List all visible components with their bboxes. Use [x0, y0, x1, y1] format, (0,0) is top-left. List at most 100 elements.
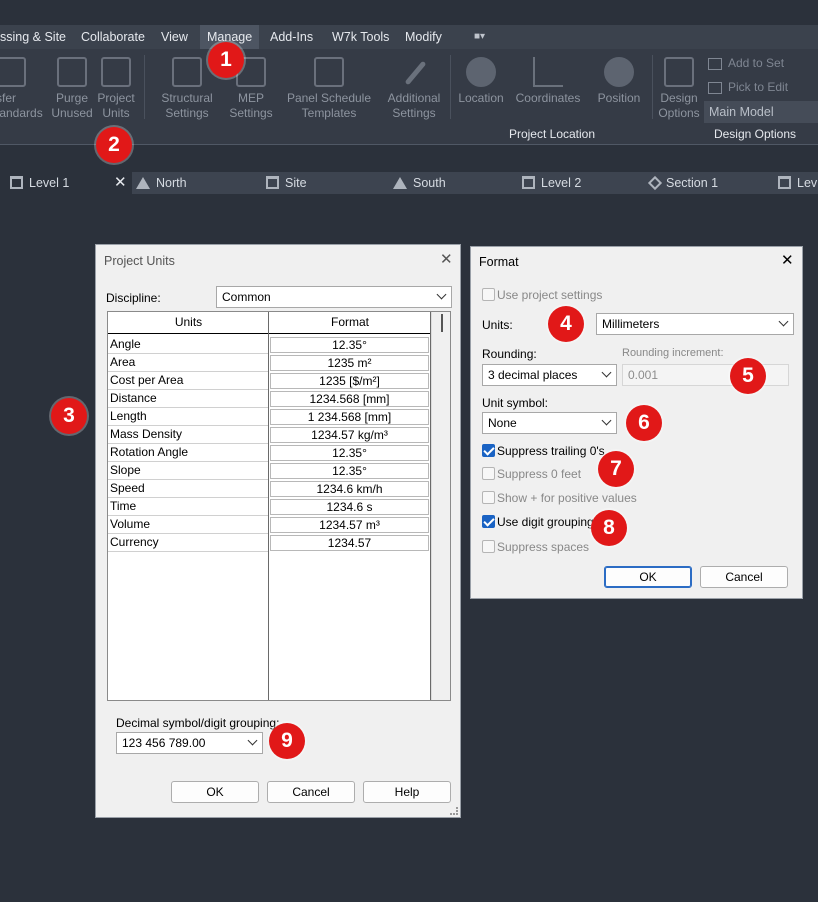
tab-level-2[interactable]: Level 2 — [522, 172, 581, 194]
menu-view[interactable]: View — [161, 25, 188, 49]
unit-name: Rotation Angle — [110, 445, 189, 459]
tab-north[interactable]: North — [136, 172, 187, 194]
table-row[interactable]: Cost per Area 1235 [$/m²] — [108, 372, 431, 390]
structural-settings-icon — [172, 57, 202, 87]
chevron-down-icon — [601, 367, 612, 378]
rounding-select[interactable]: 3 decimal places — [482, 364, 617, 386]
unit-format-button[interactable]: 1235 [$/m²] — [270, 373, 429, 389]
location-button[interactable]: Location — [456, 57, 506, 106]
use-project-settings-checkbox[interactable] — [482, 288, 495, 301]
suppress-spaces-label: Suppress spaces — [497, 540, 590, 554]
design-options-button[interactable]: Design Options — [656, 57, 702, 121]
additional-settings-button[interactable]: Additional Settings — [382, 57, 446, 121]
show-plus-checkbox[interactable] — [482, 491, 495, 504]
additional-settings-label: Additional Settings — [387, 91, 441, 120]
unit-format-button[interactable]: 1234.57 — [270, 535, 429, 551]
menu-w7k-tools[interactable]: W7k Tools — [332, 25, 389, 49]
tab-label: Level 1 — [29, 176, 70, 190]
pick-to-edit-label: Pick to Edit — [728, 80, 789, 94]
cancel-button[interactable]: Cancel — [267, 781, 355, 803]
tab-label: Level 2 — [541, 176, 582, 190]
unit-format-button[interactable]: 1234.57 m³ — [270, 517, 429, 533]
unit-name: Speed — [110, 481, 145, 495]
add-to-set-icon — [708, 57, 722, 70]
unit-name: Distance — [110, 391, 157, 405]
unit-format-button[interactable]: 1234.57 kg/m³ — [270, 427, 429, 443]
purge-unused-icon — [57, 57, 87, 87]
tab-section-1[interactable]: Section 1 — [647, 172, 718, 194]
panel-schedule-templates-button[interactable]: Panel Schedule Templates — [286, 57, 372, 121]
add-to-set-button[interactable]: Add to Set — [708, 56, 784, 70]
menu-modify[interactable]: Modify — [405, 25, 442, 49]
purge-unused-button[interactable]: Purge Unused — [50, 57, 94, 121]
units-label: Units: — [482, 318, 513, 332]
project-units-icon — [101, 57, 131, 87]
table-row[interactable]: Time 1234.6 s — [108, 498, 431, 516]
callout-2: 2 — [96, 127, 132, 163]
transfer-standards-button[interactable]: sfer tandards — [0, 57, 48, 121]
unit-format-button[interactable]: 12.35° — [270, 337, 429, 353]
ok-button[interactable]: OK — [171, 781, 259, 803]
decimal-grouping-select[interactable]: 123 456 789.00 — [116, 732, 263, 754]
tab-site[interactable]: Site — [266, 172, 307, 194]
unit-format-button[interactable]: 1235 m² — [270, 355, 429, 371]
digit-grouping-checkbox[interactable] — [482, 515, 495, 528]
position-label: Position — [597, 91, 641, 105]
close-icon[interactable]: ✕ — [114, 172, 127, 194]
rounding-increment-label: Rounding increment: — [622, 347, 724, 359]
tab-label: Site — [285, 176, 307, 190]
mep-settings-label: MEP Settings — [229, 91, 273, 120]
tab-level-1[interactable]: Level 1 ✕ — [0, 172, 132, 194]
menu-massing-site[interactable]: ssing & Site — [0, 25, 66, 49]
units-select[interactable]: Millimeters — [596, 313, 794, 335]
menu-collaborate[interactable]: Collaborate — [81, 25, 145, 49]
floor-plan-icon — [522, 176, 535, 190]
resize-grip-icon[interactable] — [450, 807, 458, 815]
table-row[interactable]: Mass Density 1234.57 kg/m³ — [108, 426, 431, 444]
help-button[interactable]: Help — [363, 781, 451, 803]
discipline-select[interactable]: Common — [216, 286, 452, 308]
scrollbar-thumb[interactable] — [441, 314, 443, 332]
table-row[interactable]: Length 1 234.568 [mm] — [108, 408, 431, 426]
table-row[interactable]: Speed 1234.6 km/h — [108, 480, 431, 498]
table-row[interactable]: Distance 1234.568 [mm] — [108, 390, 431, 408]
pick-to-edit-button[interactable]: Pick to Edit — [708, 80, 788, 94]
suppress-spaces-checkbox[interactable] — [482, 540, 495, 553]
camera-dropdown-icon[interactable]: ■▾ — [474, 25, 485, 49]
structural-settings-label: Structural Settings — [161, 91, 213, 120]
unit-format-button[interactable]: 12.35° — [270, 445, 429, 461]
ok-button[interactable]: OK — [604, 566, 692, 588]
unit-symbol-select[interactable]: None — [482, 412, 617, 434]
table-scrollbar[interactable] — [431, 312, 450, 700]
table-row[interactable]: Angle 12.35° — [108, 336, 431, 354]
close-icon[interactable]: ✕ — [440, 250, 453, 268]
position-button[interactable]: Position — [594, 57, 644, 106]
suppress-trailing-checkbox[interactable] — [482, 444, 495, 457]
add-to-set-label: Add to Set — [728, 56, 785, 70]
coordinates-button[interactable]: Coordinates — [514, 57, 582, 106]
suppress-feet-checkbox[interactable] — [482, 467, 495, 480]
table-row[interactable]: Slope 12.35° — [108, 462, 431, 480]
panel-label-project-location: Project Location — [508, 127, 596, 141]
cancel-button[interactable]: Cancel — [700, 566, 788, 588]
table-row[interactable]: Area 1235 m² — [108, 354, 431, 372]
table-row[interactable]: Volume 1234.57 m³ — [108, 516, 431, 534]
unit-format-button[interactable]: 1 234.568 [mm] — [270, 409, 429, 425]
tab-south[interactable]: South — [393, 172, 446, 194]
unit-format-button[interactable]: 1234.568 [mm] — [270, 391, 429, 407]
pick-to-edit-icon — [708, 81, 722, 94]
position-globe-icon — [604, 57, 634, 87]
unit-format-button[interactable]: 12.35° — [270, 463, 429, 479]
menu-add-ins[interactable]: Add-Ins — [270, 25, 313, 49]
project-units-button[interactable]: Project Units — [94, 57, 138, 121]
section-icon — [647, 175, 663, 190]
unit-name: Angle — [110, 337, 141, 351]
unit-format-button[interactable]: 1234.6 s — [270, 499, 429, 515]
table-row[interactable]: Rotation Angle 12.35° — [108, 444, 431, 462]
unit-name: Mass Density — [110, 427, 183, 441]
unit-format-button[interactable]: 1234.6 km/h — [270, 481, 429, 497]
close-icon[interactable]: ✕ — [781, 251, 794, 269]
tab-level-partial[interactable]: Lev — [778, 172, 817, 194]
main-model-select[interactable]: Main Model — [704, 101, 818, 123]
table-row[interactable]: Currency 1234.57 — [108, 534, 431, 552]
